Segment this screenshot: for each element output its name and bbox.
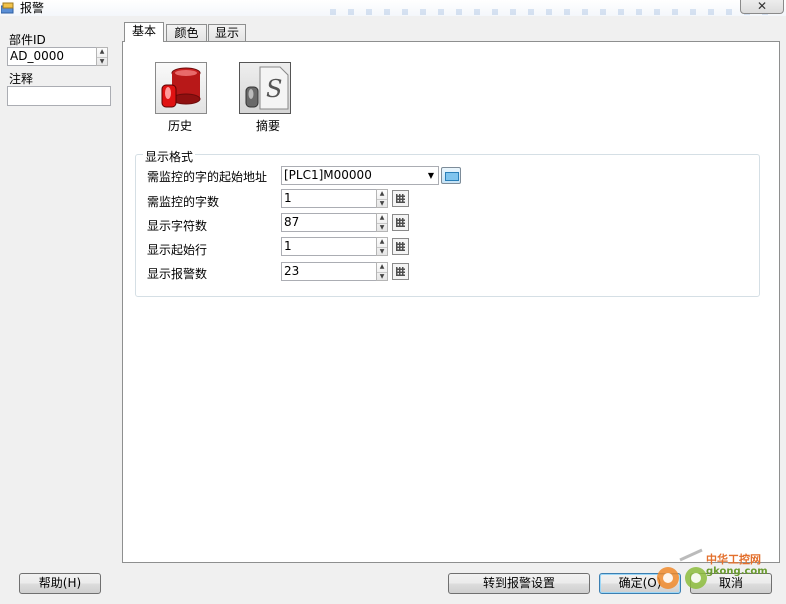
spin-down-icon[interactable]: ▼ <box>377 198 387 209</box>
display-format-title: 显示格式 <box>143 148 196 165</box>
tab-display-label: 显示 <box>214 26 239 40</box>
char-count-input[interactable]: 87 <box>281 213 377 232</box>
goto-alarm-settings-button[interactable]: 转到报警设置 <box>448 573 590 594</box>
summary-label: 摘要 <box>256 119 281 133</box>
help-button[interactable]: 帮助(H) <box>19 573 101 594</box>
spin-up-icon[interactable]: ▲ <box>377 238 387 247</box>
watermark-text-url: gkong.com <box>706 566 768 577</box>
summary-s-icon: S <box>245 66 289 110</box>
tab-color[interactable]: 颜色 <box>166 24 207 42</box>
keypad-icon <box>396 242 405 251</box>
keypad-icon <box>396 218 405 227</box>
comment-label: 注释 <box>9 72 34 86</box>
history-label: 历史 <box>168 119 193 133</box>
part-id-spinner[interactable]: ▲ ▼ <box>96 47 108 66</box>
word-count-spinner[interactable]: ▲ ▼ <box>376 189 388 208</box>
tab-basic[interactable]: 基本 <box>124 22 164 42</box>
word-count-label: 需监控的字数 <box>147 195 220 209</box>
keyboard-icon <box>445 172 459 181</box>
spin-up-icon[interactable]: ▲ <box>97 48 107 57</box>
char-count-keypad-button[interactable] <box>392 214 409 231</box>
address-picker-button[interactable] <box>441 167 461 184</box>
char-count-label: 显示字符数 <box>147 219 208 233</box>
part-id-label: 部件ID <box>9 33 46 47</box>
start-row-input[interactable]: 1 <box>281 237 377 256</box>
keypad-icon <box>396 267 405 276</box>
word-count-keypad-button[interactable] <box>392 190 409 207</box>
spin-down-icon[interactable]: ▼ <box>97 56 107 67</box>
database-alarm-icon <box>161 67 201 108</box>
char-count-spinner[interactable]: ▲ ▼ <box>376 213 388 232</box>
spin-up-icon[interactable]: ▲ <box>377 190 387 199</box>
start-row-label: 显示起始行 <box>147 243 208 257</box>
title-decoration <box>330 9 770 15</box>
summary-mode-button[interactable]: S <box>239 62 291 114</box>
comment-input[interactable] <box>7 86 111 106</box>
tab-color-label: 颜色 <box>174 26 199 40</box>
chevron-down-icon[interactable]: ▼ <box>425 167 437 184</box>
spin-up-icon[interactable]: ▲ <box>377 263 387 272</box>
tab-content-panel <box>122 41 780 563</box>
alarm-app-icon <box>1 2 14 14</box>
close-button[interactable]: ✕ <box>740 0 784 14</box>
close-icon: ✕ <box>756 0 768 13</box>
alarm-count-keypad-button[interactable] <box>392 263 409 280</box>
spin-up-icon[interactable]: ▲ <box>377 214 387 223</box>
spin-down-icon[interactable]: ▼ <box>377 222 387 233</box>
spin-down-icon[interactable]: ▼ <box>377 246 387 257</box>
watermark-text-cn: 中华工控网 <box>706 553 761 566</box>
start-row-spinner[interactable]: ▲ ▼ <box>376 237 388 256</box>
svg-text:S: S <box>266 75 282 103</box>
alarm-count-spinner[interactable]: ▲ ▼ <box>376 262 388 281</box>
alarm-count-input[interactable]: 23 <box>281 262 377 281</box>
window-title: 报警 <box>20 1 45 15</box>
start-address-label: 需监控的字的起始地址 <box>147 170 268 184</box>
tab-display[interactable]: 显示 <box>208 24 246 42</box>
spin-down-icon[interactable]: ▼ <box>377 271 387 282</box>
part-id-input[interactable]: AD_0000 <box>7 47 98 66</box>
start-row-keypad-button[interactable] <box>392 238 409 255</box>
keypad-icon <box>396 194 405 203</box>
history-mode-button[interactable] <box>155 62 207 114</box>
start-address-combo[interactable]: [PLC1]M00000 <box>281 166 439 185</box>
title-bar: 报警 ✕ <box>0 0 786 16</box>
tab-basic-label: 基本 <box>131 24 156 38</box>
word-count-input[interactable]: 1 <box>281 189 377 208</box>
alarm-count-label: 显示报警数 <box>147 267 208 281</box>
